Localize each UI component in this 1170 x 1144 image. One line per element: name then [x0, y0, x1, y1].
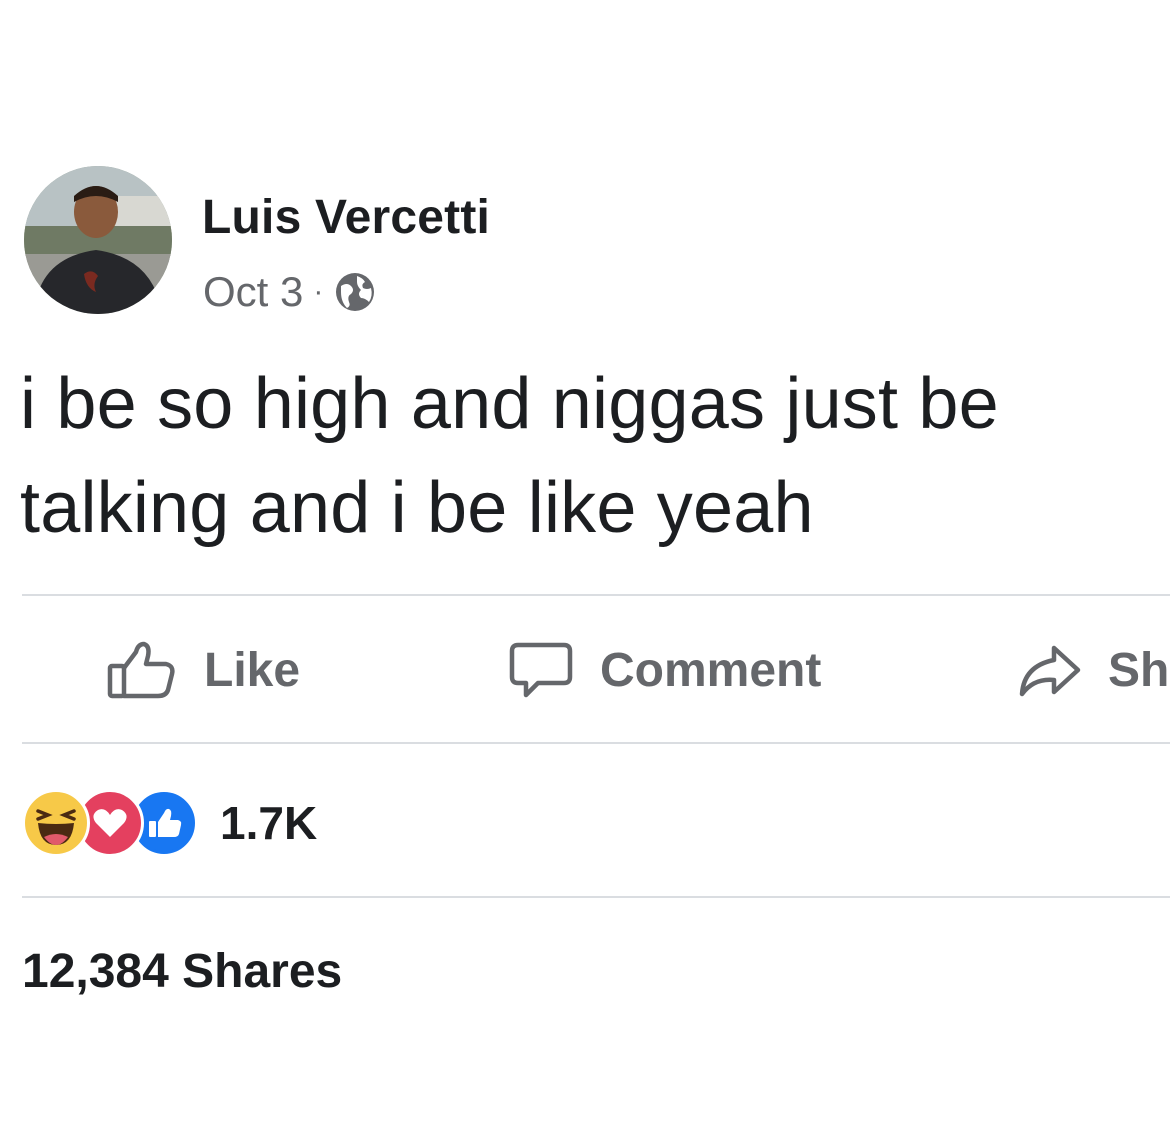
avatar[interactable] — [24, 166, 172, 314]
comment-icon — [509, 642, 573, 698]
post-meta: Oct 3 · — [203, 268, 377, 316]
meta-separator: · — [313, 275, 324, 308]
like-button[interactable]: Like — [106, 638, 300, 702]
thumbs-up-icon — [107, 641, 175, 699]
share-arrow-icon — [1019, 645, 1081, 697]
divider — [22, 742, 1170, 744]
reactions-summary[interactable]: 1.7K — [22, 789, 318, 857]
share-label: Sh — [1108, 643, 1170, 697]
comment-button[interactable]: Comment — [508, 638, 821, 702]
share-count[interactable]: 12,384 Shares — [22, 944, 342, 999]
comment-label: Comment — [600, 643, 822, 697]
post-date[interactable]: Oct 3 — [203, 268, 303, 316]
avatar-photo — [24, 166, 172, 314]
facebook-post: Luis Vercetti Oct 3 · i be so high and n… — [0, 0, 1170, 1144]
post-text: i be so high and niggas just be talking … — [20, 364, 999, 548]
globe-icon[interactable] — [333, 270, 377, 314]
divider — [22, 896, 1170, 898]
share-button[interactable]: Sh — [1016, 638, 1169, 702]
author-name[interactable]: Luis Vercetti — [202, 190, 490, 245]
like-label: Like — [204, 643, 301, 697]
haha-icon — [22, 789, 90, 857]
reaction-count: 1.7K — [220, 797, 318, 849]
action-bar: Like Comment Sh — [0, 596, 1170, 744]
